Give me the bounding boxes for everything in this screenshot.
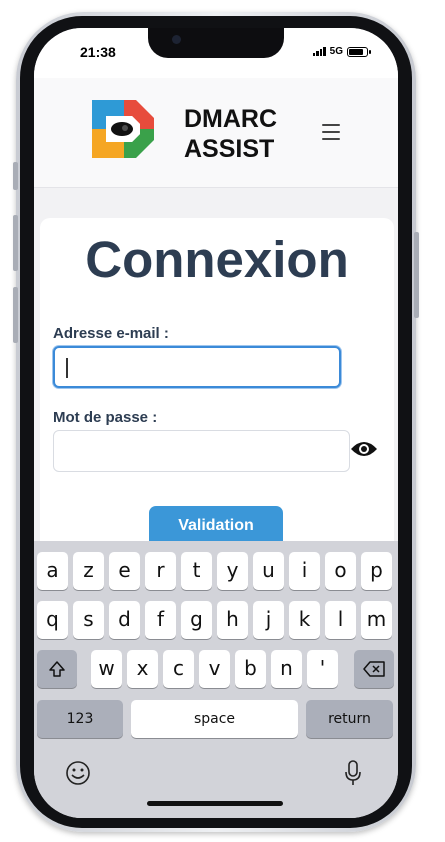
on-screen-keyboard: a z e r t y u i o p q s d f g h j k l m …: [34, 541, 398, 818]
mute-switch: [13, 162, 18, 190]
power-button: [414, 232, 419, 318]
battery-level: [349, 48, 364, 55]
key-t[interactable]: t: [181, 552, 212, 590]
email-field[interactable]: [53, 346, 341, 388]
hamburger-menu-icon[interactable]: [322, 124, 340, 140]
volume-up-button: [13, 215, 18, 271]
key-z[interactable]: z: [73, 552, 104, 590]
return-key[interactable]: return: [306, 700, 393, 738]
backspace-icon: [363, 661, 385, 677]
home-indicator[interactable]: [147, 801, 283, 806]
shift-icon: [49, 661, 65, 677]
notch: [148, 28, 284, 58]
emoji-icon[interactable]: [65, 760, 91, 786]
status-time: 21:38: [80, 44, 116, 60]
brand-line-2: ASSIST: [184, 135, 275, 163]
key-c[interactable]: c: [163, 650, 194, 688]
brand-line-1: DMARC: [184, 105, 278, 133]
login-card: Connexion Adresse e-mail : Mot de passe …: [40, 218, 394, 578]
key-w[interactable]: w: [91, 650, 122, 688]
password-field[interactable]: [53, 430, 350, 472]
page-title: Connexion: [85, 231, 349, 288]
key-x[interactable]: x: [127, 650, 158, 688]
key-a[interactable]: a: [37, 552, 68, 590]
key-v[interactable]: v: [199, 650, 230, 688]
phone-screen: 21:38 5G DMARC ASSIST Connexion Adresse …: [34, 28, 398, 818]
key-apostrophe[interactable]: ': [307, 650, 338, 688]
app-header: DMARC ASSIST: [34, 78, 398, 188]
shift-key[interactable]: [37, 650, 77, 688]
network-type: 5G: [329, 46, 343, 57]
key-e[interactable]: e: [109, 552, 140, 590]
dmarc-assist-logo[interactable]: [90, 96, 156, 162]
key-j[interactable]: j: [253, 601, 284, 639]
volume-down-button: [13, 287, 18, 343]
validation-button[interactable]: Validation: [149, 506, 283, 546]
key-r[interactable]: r: [145, 552, 176, 590]
key-d[interactable]: d: [109, 601, 140, 639]
text-caret: [66, 358, 68, 378]
key-l[interactable]: l: [325, 601, 356, 639]
numbers-key[interactable]: 123: [37, 700, 123, 738]
email-label: Adresse e-mail :: [53, 325, 169, 342]
key-y[interactable]: y: [217, 552, 248, 590]
backspace-key[interactable]: [354, 650, 394, 688]
key-i[interactable]: i: [289, 552, 320, 590]
key-h[interactable]: h: [217, 601, 248, 639]
microphone-icon[interactable]: [344, 760, 362, 786]
key-p[interactable]: p: [361, 552, 392, 590]
password-label: Mot de passe :: [53, 409, 158, 426]
key-s[interactable]: s: [73, 601, 104, 639]
key-b[interactable]: b: [235, 650, 266, 688]
key-q[interactable]: q: [37, 601, 68, 639]
key-n[interactable]: n: [271, 650, 302, 688]
key-g[interactable]: g: [181, 601, 212, 639]
battery-icon: [347, 46, 371, 57]
key-f[interactable]: f: [145, 601, 176, 639]
key-m[interactable]: m: [361, 601, 392, 639]
status-bar: 21:38 5G: [34, 28, 398, 78]
signal-icon: [312, 47, 326, 56]
key-k[interactable]: k: [289, 601, 320, 639]
key-o[interactable]: o: [325, 552, 356, 590]
space-key[interactable]: space: [131, 700, 298, 738]
status-icons: 5G: [312, 46, 371, 57]
key-u[interactable]: u: [253, 552, 284, 590]
brand-name: DMARC ASSIST: [184, 104, 277, 164]
show-password-eye-icon[interactable]: [350, 440, 378, 458]
front-camera: [172, 35, 181, 44]
